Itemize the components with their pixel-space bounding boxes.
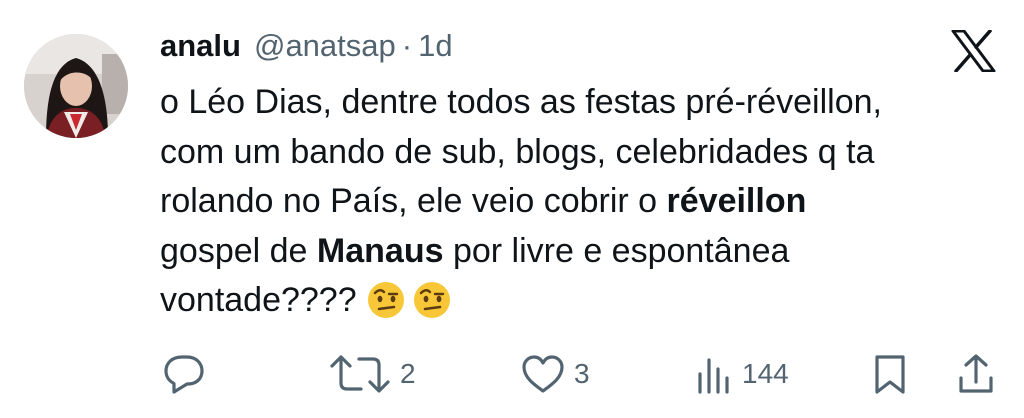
heart-icon — [522, 355, 564, 393]
tweet-text-line: com um bando de sub, blogs, celebridades… — [160, 132, 875, 171]
tweet-text-line: gospel de Manaus por livre e espontânea — [160, 231, 790, 270]
tweet-text: o Léo Dias, dentre todos as festas pré-r… — [160, 78, 1010, 334]
tweet-text-line: vontade???? — [160, 276, 1010, 334]
tweet-text-line: rolando no País, ele veio cobrir o révei… — [160, 182, 807, 220]
timestamp[interactable]: 1d — [418, 28, 452, 64]
bold-word: réveillon — [666, 182, 807, 220]
author-name[interactable]: analu — [160, 28, 241, 64]
retweet-icon — [330, 355, 390, 393]
separator-dot: · — [401, 28, 413, 63]
retweet-button[interactable]: 2 — [328, 348, 416, 400]
avatar[interactable] — [24, 34, 128, 138]
bookmark-icon — [875, 355, 905, 394]
reply-button[interactable] — [162, 348, 206, 400]
face-with-raised-eyebrow-icon — [367, 281, 405, 334]
author-handle[interactable]: @anatsap — [254, 28, 396, 64]
bold-word: Manaus — [316, 231, 444, 270]
views-button[interactable]: 144 — [694, 348, 789, 400]
retweet-count: 2 — [400, 358, 416, 389]
bookmark-button[interactable] — [872, 348, 908, 400]
views-icon — [698, 358, 729, 394]
x-logo-icon[interactable] — [950, 29, 996, 73]
like-count: 3 — [574, 358, 590, 389]
views-count: 144 — [742, 358, 789, 389]
action-bar: 2 3 144 — [0, 348, 1024, 400]
face-with-raised-eyebrow-icon — [413, 281, 451, 334]
like-button[interactable]: 3 — [520, 348, 590, 400]
share-icon — [959, 354, 993, 393]
avatar-image — [24, 34, 128, 138]
reply-icon — [164, 355, 204, 394]
tweet-header: analu @anatsap · 1d — [160, 28, 453, 78]
share-button[interactable] — [956, 348, 996, 400]
tweet-text-line: o Léo Dias, dentre todos as festas pré-r… — [160, 83, 882, 121]
